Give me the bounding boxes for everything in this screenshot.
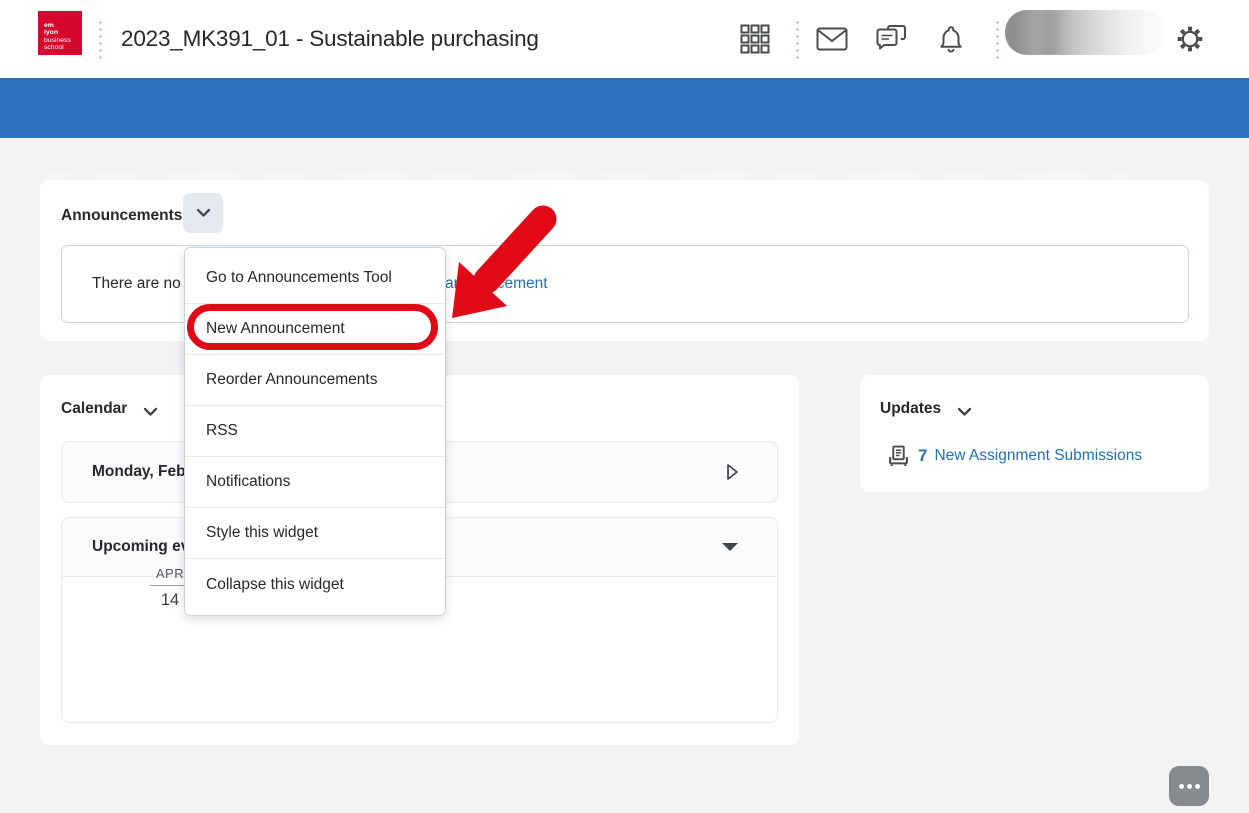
- logo-line: school: [44, 44, 82, 51]
- alerts-bell-icon[interactable]: [936, 0, 966, 78]
- emlyon-logo[interactable]: em lyon business school: [38, 11, 82, 55]
- updates-widget: Updates 7 New Assignment Submissions: [860, 375, 1209, 492]
- chevron-down-icon: [143, 407, 158, 417]
- settings-gear-icon[interactable]: [1175, 0, 1205, 78]
- menu-item-go-to-announcements-tool[interactable]: Go to Announcements Tool: [185, 253, 445, 304]
- menu-item-rss[interactable]: RSS: [185, 406, 445, 457]
- triangle-down-icon: [721, 542, 739, 552]
- chevron-down-icon: [957, 407, 972, 417]
- updates-menu-button[interactable]: [957, 404, 972, 422]
- header-divider: [996, 19, 999, 59]
- upcoming-collapse-button[interactable]: [721, 518, 739, 576]
- assignment-icon: [888, 445, 909, 466]
- menu-item-collapse-this-widget[interactable]: Collapse this widget: [185, 559, 445, 610]
- user-menu-blurred[interactable]: [1005, 10, 1165, 55]
- menu-item-notifications[interactable]: Notifications: [185, 457, 445, 508]
- calendar-next-day-button[interactable]: [726, 442, 739, 502]
- updates-title: Updates: [880, 400, 941, 418]
- calendar-title: Calendar: [61, 400, 127, 418]
- chevron-down-icon: [196, 208, 211, 218]
- chat-icon[interactable]: [875, 0, 907, 78]
- app-grid-icon[interactable]: [740, 0, 770, 78]
- announcements-title: Announcements: [61, 207, 182, 225]
- logo-line: lyon: [44, 29, 82, 36]
- top-header: em lyon business school 2023_MK391_01 - …: [0, 0, 1249, 78]
- menu-item-style-this-widget[interactable]: Style this widget: [185, 508, 445, 559]
- menu-item-new-announcement[interactable]: New Announcement: [185, 304, 445, 355]
- menu-item-reorder-announcements[interactable]: Reorder Announcements: [185, 355, 445, 406]
- new-assignment-submissions-link[interactable]: New Assignment Submissions: [934, 447, 1142, 465]
- logo-line: business: [44, 37, 82, 44]
- course-homepage: em lyon business school 2023_MK391_01 - …: [0, 0, 1249, 813]
- more-options-fab[interactable]: [1169, 766, 1209, 806]
- course-title: 2023_MK391_01 - Sustainable purchasing: [121, 0, 539, 78]
- ellipsis-icon: [1179, 784, 1184, 789]
- header-divider: [796, 19, 799, 59]
- header-divider: [99, 19, 102, 59]
- triangle-right-icon: [726, 463, 739, 481]
- logo-line: em: [44, 22, 82, 29]
- announcements-menu-button[interactable]: [183, 193, 223, 233]
- calendar-menu-button[interactable]: [143, 404, 158, 422]
- calendar-date-label: Monday, Feb: [92, 442, 186, 502]
- mail-icon[interactable]: [816, 0, 848, 78]
- new-submissions-row[interactable]: 7 New Assignment Submissions: [888, 445, 1142, 466]
- announcements-dropdown-menu: Go to Announcements Tool New Announcemen…: [184, 247, 446, 616]
- course-navbar: [0, 78, 1249, 138]
- submissions-count: 7: [918, 446, 927, 466]
